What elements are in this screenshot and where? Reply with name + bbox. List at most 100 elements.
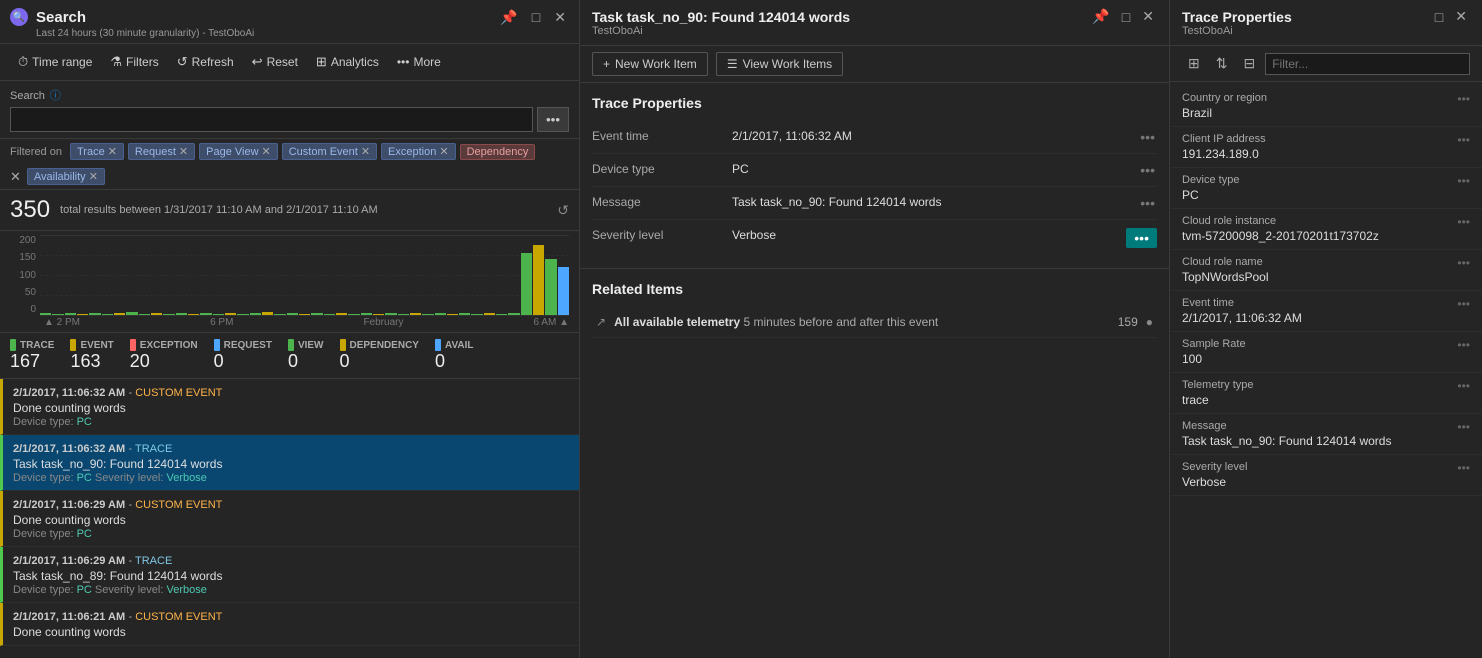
prop-more-severity-teal[interactable]: ••• — [1126, 228, 1157, 248]
right-panel-props: Country or region Brazil ••• Client IP a… — [1170, 82, 1482, 658]
rp-more-cloudrolename[interactable]: ••• — [1457, 256, 1470, 270]
chart-bar-tall1 — [521, 253, 532, 315]
chart-bar — [410, 313, 421, 315]
prop-val-devicetype: PC — [732, 162, 1138, 176]
event-item-0[interactable]: 2/1/2017, 11:06:32 AM - CUSTOM EVENT Don… — [0, 379, 579, 435]
left-panel-title-row: 🔍 Search 📌 □ ✕ — [10, 8, 569, 26]
filter-tag-exception-close[interactable]: ✕ — [439, 145, 448, 158]
rp-prop-value-devicetype: PC — [1182, 188, 1239, 202]
prop-more-eventtime[interactable]: ••• — [1138, 129, 1157, 145]
right-close-button[interactable]: ✕ — [1452, 8, 1470, 25]
rp-more-eventtime[interactable]: ••• — [1457, 297, 1470, 311]
chart-bar — [262, 312, 273, 315]
filter-tag-request[interactable]: Request ✕ — [128, 143, 195, 160]
list-icon: ☰ — [727, 57, 738, 71]
rp-table-view-button[interactable]: ⊞ — [1182, 52, 1206, 75]
reset-icon: ↩ — [252, 54, 263, 70]
prop-row-message: Message Task task_no_90: Found 124014 wo… — [592, 187, 1157, 220]
rp-prop-clientip: Client IP address 191.234.189.0 ••• — [1170, 127, 1482, 168]
event-item-1[interactable]: 2/1/2017, 11:06:32 AM - TRACE Task task_… — [0, 435, 579, 491]
related-item-0[interactable]: ↗ All available telemetry 5 minutes befo… — [592, 307, 1157, 338]
chart-bar-tall4 — [558, 267, 569, 315]
rp-more-telemetrytype[interactable]: ••• — [1457, 379, 1470, 393]
prop-more-devicetype[interactable]: ••• — [1138, 162, 1157, 178]
analytics-button[interactable]: ⊞ Analytics — [308, 50, 387, 74]
prop-key-message: Message — [592, 195, 732, 209]
rp-prop-label-cloudroleinstance: Cloud role instance — [1182, 215, 1379, 227]
results-description: total results between 1/31/2017 11:10 AM… — [60, 204, 553, 216]
chart-bar — [65, 313, 76, 315]
filter-tag-customevent[interactable]: Custom Event ✕ — [282, 143, 377, 160]
event-item-3[interactable]: 2/1/2017, 11:06:29 AM - TRACE Task task_… — [0, 547, 579, 603]
close-button[interactable]: ✕ — [551, 9, 569, 26]
search-options-button[interactable]: ••• — [537, 107, 569, 132]
event-item-2[interactable]: 2/1/2017, 11:06:29 AM - CUSTOM EVENT Don… — [0, 491, 579, 547]
left-panel-title: Search — [36, 9, 86, 26]
filter-tag-availability[interactable]: Availability ✕ — [27, 168, 105, 185]
filter-tag-exception[interactable]: Exception ✕ — [381, 143, 456, 160]
right-panel: Trace Properties □ ✕ TestOboAi ⊞ ⇅ ⊟ Cou… — [1170, 0, 1482, 658]
rp-columns-button[interactable]: ⊟ — [1237, 52, 1261, 75]
rp-prop-samplerate: Sample Rate 100 ••• — [1170, 332, 1482, 373]
filter-tag-pageview-close[interactable]: ✕ — [262, 145, 271, 158]
new-work-item-button[interactable]: + New Work Item — [592, 52, 708, 76]
prop-more-message[interactable]: ••• — [1138, 195, 1157, 211]
results-count: 350 — [10, 196, 50, 224]
rp-more-devicetype[interactable]: ••• — [1457, 174, 1470, 188]
reset-button[interactable]: ↩ Reset — [244, 50, 306, 74]
right-panel-title-row: Trace Properties □ ✕ — [1182, 8, 1470, 25]
filter-tag-request-close[interactable]: ✕ — [179, 145, 188, 158]
rp-more-cloudroleinstance[interactable]: ••• — [1457, 215, 1470, 229]
time-range-button[interactable]: ⏱ Time range — [10, 50, 100, 74]
pin-button[interactable]: 📌 — [497, 9, 520, 26]
rp-more-country[interactable]: ••• — [1457, 92, 1470, 106]
analytics-icon: ⊞ — [316, 54, 327, 70]
filter-icon: ⚗ — [110, 54, 122, 70]
related-link-icon: ↗ — [596, 315, 606, 329]
rp-prop-value-samplerate: 100 — [1182, 352, 1246, 366]
event-message-1: Task task_no_90: Found 124014 words — [13, 457, 569, 471]
filter-tag-trace-close[interactable]: ✕ — [108, 145, 117, 158]
right-maximize-button[interactable]: □ — [1432, 8, 1446, 25]
right-toolbar: ⊞ ⇅ ⊟ — [1170, 46, 1482, 82]
more-button[interactable]: ••• More — [389, 51, 449, 73]
right-panel-header: Trace Properties □ ✕ TestOboAi — [1170, 0, 1482, 46]
rp-prop-value-clientip: 191.234.189.0 — [1182, 147, 1266, 161]
filter-tag-trace[interactable]: Trace ✕ — [70, 143, 124, 160]
refresh-button[interactable]: ↺ Refresh — [169, 50, 242, 74]
chart-bar — [311, 313, 322, 315]
rp-prop-value-cloudrolename: TopNWordsPool — [1182, 270, 1268, 284]
search-label: Search ⓘ — [10, 87, 569, 103]
search-input[interactable] — [10, 107, 533, 132]
rp-filter-input[interactable] — [1265, 53, 1470, 75]
filter-clear-all[interactable]: ✕ — [10, 169, 21, 185]
results-refresh-icon[interactable]: ↺ — [557, 202, 569, 219]
chart-bar — [200, 313, 211, 315]
chart-bar — [361, 313, 372, 315]
filter-tag-dependency[interactable]: Dependency — [460, 144, 536, 160]
filters-button[interactable]: ⚗ Filters — [102, 50, 166, 74]
filter-tag-availability-close[interactable]: ✕ — [89, 170, 98, 183]
rp-more-samplerate[interactable]: ••• — [1457, 338, 1470, 352]
middle-close-button[interactable]: ✕ — [1139, 8, 1157, 25]
rp-prop-telemetrytype: Telemetry type trace ••• — [1170, 373, 1482, 414]
rp-prop-label-message: Message — [1182, 420, 1391, 432]
filter-tag-pageview[interactable]: Page View ✕ — [199, 143, 278, 160]
maximize-button[interactable]: □ — [529, 9, 543, 26]
filter-tag-customevent-close[interactable]: ✕ — [361, 145, 370, 158]
rp-more-severity[interactable]: ••• — [1457, 461, 1470, 475]
event-item-4[interactable]: 2/1/2017, 11:06:21 AM - CUSTOM EVENT Don… — [0, 603, 579, 646]
exception-dot — [130, 339, 136, 351]
middle-maximize-button[interactable]: □ — [1119, 8, 1133, 25]
chart-bar — [225, 313, 236, 315]
chart-bar — [126, 312, 137, 315]
rp-more-message[interactable]: ••• — [1457, 420, 1470, 434]
trace-properties-title: Trace Properties — [592, 95, 1157, 111]
middle-panel-title: Task task_no_90: Found 124014 words — [592, 9, 850, 25]
rp-sort-button[interactable]: ⇅ — [1210, 52, 1234, 75]
rp-prop-eventtime: Event time 2/1/2017, 11:06:32 AM ••• — [1170, 291, 1482, 332]
rp-more-clientip[interactable]: ••• — [1457, 133, 1470, 147]
chart-bar — [385, 313, 396, 315]
middle-pin-button[interactable]: 📌 — [1089, 8, 1112, 25]
view-work-items-button[interactable]: ☰ View Work Items — [716, 52, 843, 76]
